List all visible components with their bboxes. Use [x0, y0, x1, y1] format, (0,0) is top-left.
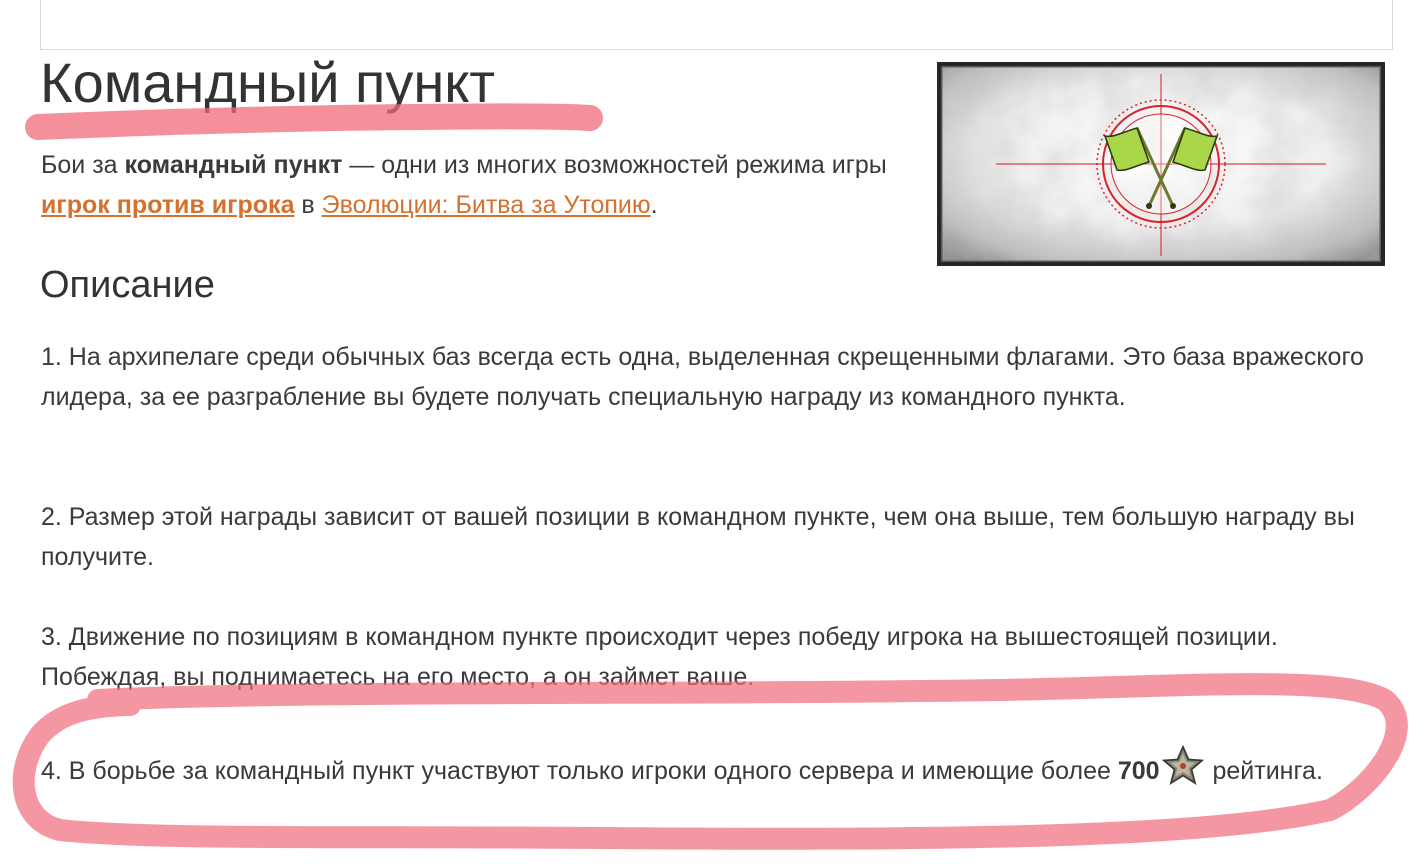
- intro-bold-term: командный пункт: [124, 151, 343, 179]
- intro-text-pre: Бои за: [41, 151, 125, 179]
- page-title: Командный пункт: [40, 51, 496, 114]
- rating-star-icon: [1160, 744, 1206, 785]
- section-heading-description: Описание: [40, 264, 215, 306]
- list-item: 3. Движение по позициям в командном пунк…: [41, 623, 1278, 691]
- list-item: 2. Размер этой награды зависит от вашей …: [41, 503, 1355, 571]
- intro-paragraph: Бои за командный пункт — одни из многих …: [41, 145, 921, 225]
- intro-text-mid: — одни из многих возможностей режима игр…: [342, 151, 887, 179]
- game-link[interactable]: Эволюции: Битва за Утопию: [322, 191, 651, 219]
- item4-text-pre: 4. В борьбе за командный пункт участвуют…: [41, 757, 1118, 785]
- intro-text-end: .: [650, 191, 658, 219]
- top-content-box: [40, 0, 1393, 50]
- list-item: 4. В борьбе за командный пункт участвуют…: [41, 744, 1381, 791]
- item4-text-post: рейтинга.: [1205, 757, 1323, 785]
- crossed-green-flags-target-icon: [941, 66, 1381, 262]
- command-post-image[interactable]: [937, 62, 1385, 266]
- intro-text-between: в: [294, 191, 322, 219]
- rating-threshold: 700: [1117, 757, 1160, 785]
- list-item: 1. На архипелаге среди обычных баз всегд…: [41, 343, 1364, 411]
- pvp-link[interactable]: игрок против игрока: [41, 191, 294, 219]
